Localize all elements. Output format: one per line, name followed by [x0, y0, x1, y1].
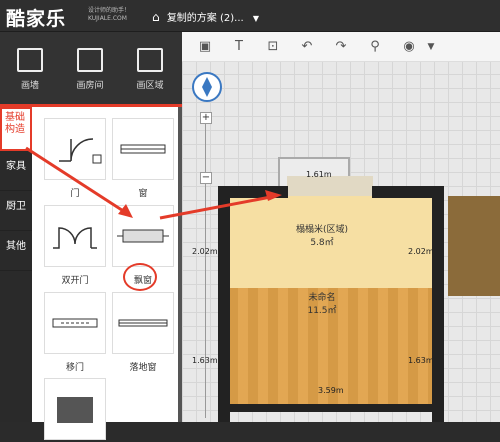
annotation-arrows — [25, 146, 282, 220]
